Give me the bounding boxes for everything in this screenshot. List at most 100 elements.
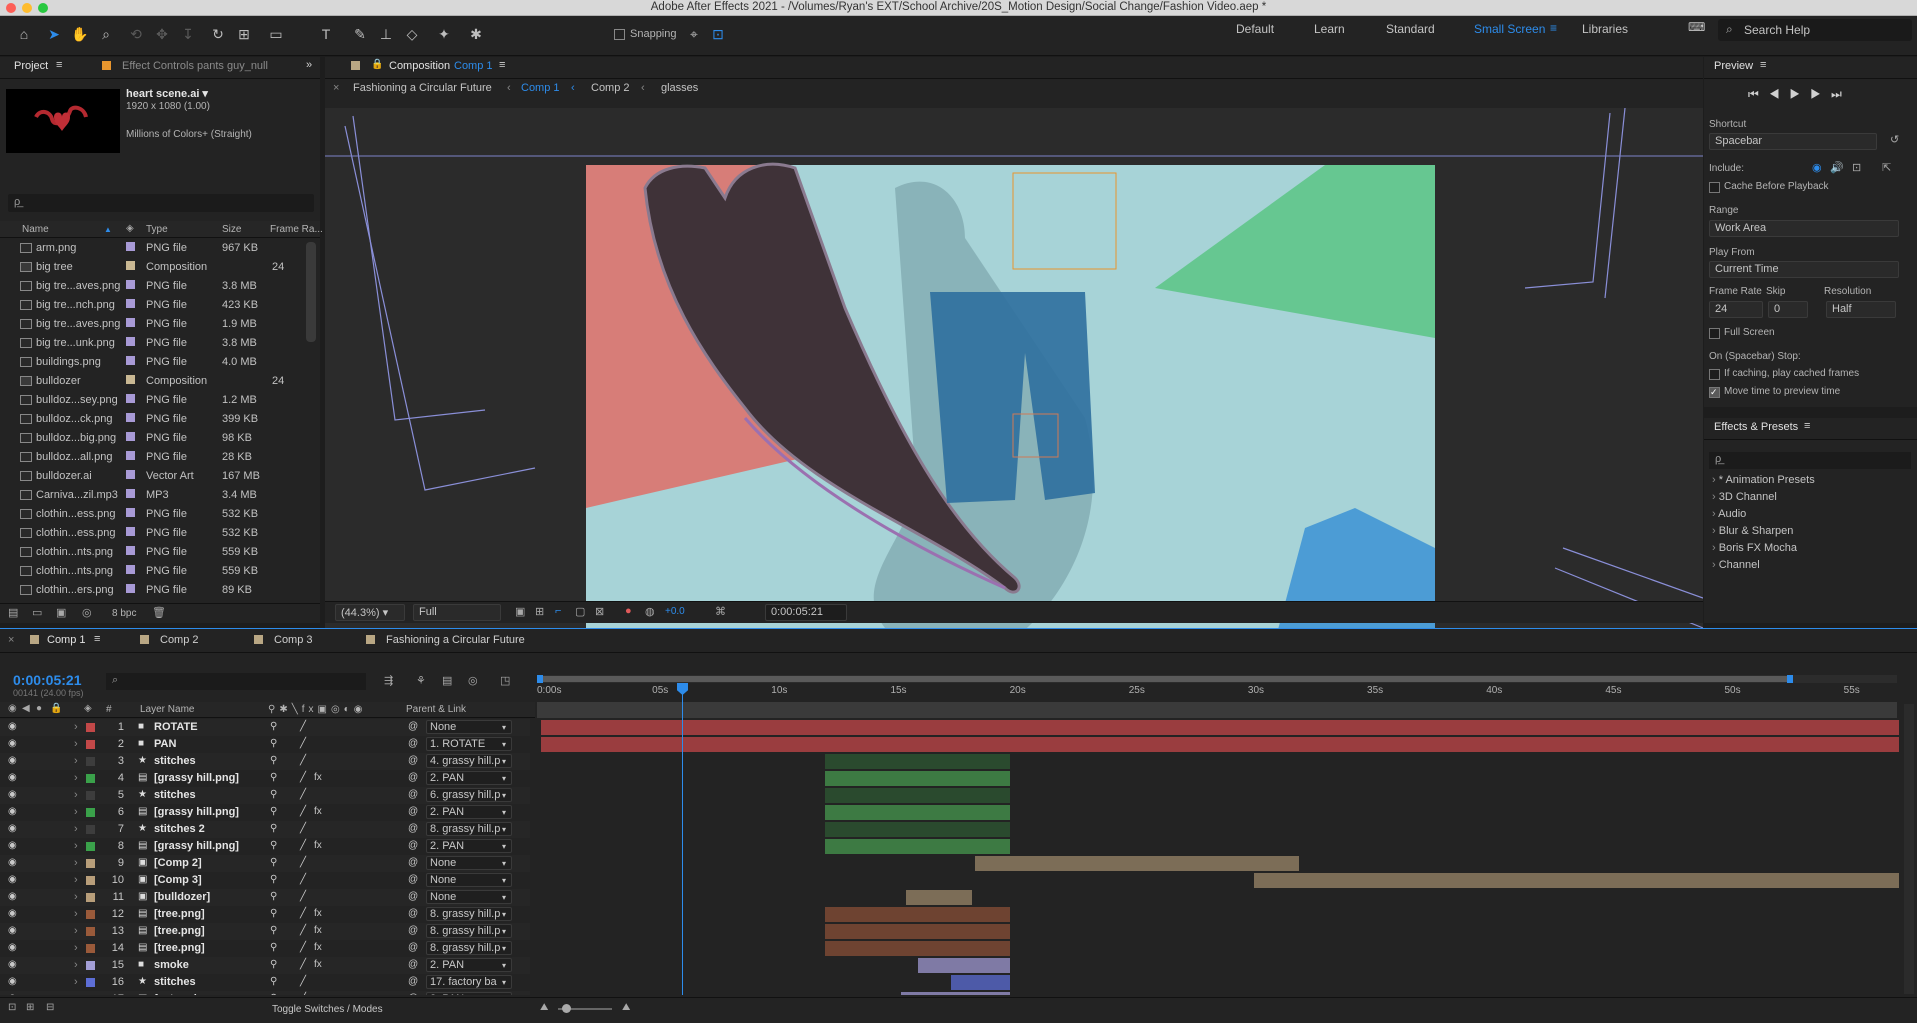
layer-row[interactable]: ◉ › 9 ▣ [Comp 2] ⚲ ╱ @ None ▾ <box>0 855 530 872</box>
project-item[interactable]: bulldozer Composition 24 <box>0 372 300 391</box>
bit-depth[interactable]: 8 bpc <box>112 608 136 619</box>
project-item[interactable]: big tre...unk.png PNG file 3.8 MB <box>0 334 300 353</box>
workspace-learn[interactable]: Learn <box>1314 22 1345 36</box>
layer-name[interactable]: ROTATE <box>154 721 198 733</box>
pickwhip-icon[interactable]: @ <box>408 755 418 766</box>
shy-switch-icon[interactable]: ⚲ <box>270 721 277 732</box>
label-color-swatch[interactable] <box>86 978 95 987</box>
label-color-swatch[interactable] <box>86 723 95 732</box>
quality-switch-icon[interactable]: ╱ <box>300 738 306 749</box>
skip-dropdown[interactable]: 0 <box>1768 301 1808 318</box>
prev-frame-icon[interactable]: ◀ <box>1769 87 1790 101</box>
expand-arrow-icon[interactable]: › <box>74 772 78 784</box>
layer-row[interactable]: ◉ › 4 ▤ [grassy hill.png] ⚲ ╱ fx @2. PAN ▾ <box>0 770 530 787</box>
workspace-standard[interactable]: Standard <box>1386 22 1435 36</box>
expand-arrow-icon[interactable]: › <box>74 738 78 750</box>
pickwhip-icon[interactable]: @ <box>408 891 418 902</box>
expand-arrow-icon[interactable]: › <box>74 908 78 920</box>
layer-bars-area[interactable] <box>541 719 1901 995</box>
time-ruler[interactable]: 0:00s 05s 10s 15s 20s 25s 30s 35s 40s 45s 50s 55s <box>0 629 1917 709</box>
quality-switch-icon[interactable]: ╱ <box>300 806 306 817</box>
layer-duration-bar[interactable] <box>1253 873 1900 888</box>
orbit-camera-icon[interactable]: ⟲ <box>126 24 146 44</box>
layer-name[interactable]: [tree.png] <box>154 942 205 954</box>
snapping-checkbox[interactable] <box>614 29 625 40</box>
composition-viewer[interactable] <box>325 108 1703 646</box>
layer-duration-bar[interactable] <box>824 924 1011 939</box>
layer-row[interactable]: ◉ › 2 ■ PAN ⚲ ╱ @1. ROTATE ▾ <box>0 736 530 753</box>
layer-name[interactable]: [tree.png] <box>154 908 205 920</box>
tab-effect-controls[interactable]: Effect Controls pants guy_null <box>122 60 268 72</box>
pickwhip-icon[interactable]: @ <box>408 908 418 919</box>
layer-row[interactable]: ◉ › 8 ▤ [grassy hill.png] ⚲ ╱ fx @2. PAN ▾ <box>0 838 530 855</box>
transparency-grid-icon[interactable]: ⊞ <box>535 605 544 618</box>
layer-duration-bar[interactable] <box>905 890 973 905</box>
search-help-field[interactable]: ⌕ Search Help <box>1718 19 1912 41</box>
layer-name[interactable]: [Comp 3] <box>154 874 202 886</box>
label-color-swatch[interactable] <box>86 808 95 817</box>
expand-arrow-icon[interactable]: › <box>74 857 78 869</box>
project-item[interactable]: clothin...ess.png PNG file 532 KB <box>0 524 300 543</box>
project-item[interactable]: big tre...aves.png PNG file 3.8 MB <box>0 277 300 296</box>
pickwhip-icon[interactable]: @ <box>408 976 418 987</box>
pickwhip-icon[interactable]: @ <box>408 840 418 851</box>
selection-tool-icon[interactable]: ➤ <box>44 24 64 44</box>
label-color-swatch[interactable] <box>86 774 95 783</box>
range-dropdown[interactable]: Work Area <box>1709 220 1899 237</box>
expand-time-icon[interactable]: ⊟ <box>46 1002 54 1013</box>
timeline-zoom-slider[interactable] <box>558 1004 612 1013</box>
layer-row[interactable]: ◉ › 15 ■ smoke ⚲ ╱ fx @2. PAN ▾ <box>0 957 530 974</box>
pickwhip-icon[interactable]: @ <box>408 823 418 834</box>
first-frame-icon[interactable]: ⏮ <box>1748 87 1769 101</box>
layer-duration-bar[interactable] <box>824 771 1011 786</box>
pan-behind-tool-icon[interactable]: ⊞ <box>234 24 254 44</box>
label-color-swatch[interactable] <box>86 842 95 851</box>
layer-name[interactable]: factory base <box>154 993 219 995</box>
visibility-eye-icon[interactable]: ◉ <box>8 857 17 868</box>
shy-switch-icon[interactable]: ⚲ <box>270 857 277 868</box>
shy-switch-icon[interactable]: ⚲ <box>270 942 277 953</box>
layer-name[interactable]: [grassy hill.png] <box>154 772 239 784</box>
project-item[interactable]: big tre...nch.png PNG file 423 KB <box>0 296 300 315</box>
layer-row[interactable]: ◉ › 1 ■ ROTATE ⚲ ╱ @ None ▾ <box>0 719 530 736</box>
column-size[interactable]: Size <box>222 224 241 235</box>
shortcut-dropdown[interactable]: Spacebar <box>1709 133 1877 150</box>
visibility-eye-icon[interactable]: ◉ <box>8 874 17 885</box>
pickwhip-icon[interactable]: @ <box>408 721 418 732</box>
quality-switch-icon[interactable]: ╱ <box>300 993 306 995</box>
shy-switch-icon[interactable]: ⚲ <box>270 925 277 936</box>
effects-category[interactable]: › Blur & Sharpen <box>1712 525 1793 537</box>
layer-duration-bar[interactable] <box>824 822 1011 837</box>
label-color-swatch[interactable] <box>86 910 95 919</box>
cache-before-checkbox[interactable] <box>1709 182 1720 193</box>
trash-icon[interactable]: 🗑 <box>152 606 166 619</box>
expand-arrow-icon[interactable]: › <box>74 976 78 988</box>
full-screen-checkbox[interactable] <box>1709 328 1720 339</box>
layer-row[interactable]: ◉ › 3 ★ stitches ⚲ ╱ @4. grassy hill.p ▾ <box>0 753 530 770</box>
pickwhip-icon[interactable]: @ <box>408 857 418 868</box>
expand-arrow-icon[interactable]: › <box>74 823 78 835</box>
snap-icon[interactable]: ⌖ <box>684 24 704 44</box>
effects-category[interactable]: › Audio <box>1712 508 1746 520</box>
move-time-checkbox[interactable]: ✓ <box>1709 387 1720 398</box>
shy-switch-icon[interactable]: ⚲ <box>270 738 277 749</box>
effects-category[interactable]: › 3D Channel <box>1712 491 1777 503</box>
current-time-display[interactable]: 0:00:05:21 <box>765 604 847 621</box>
expand-transfer-icon[interactable]: ⊞ <box>26 1002 34 1013</box>
exposure-value[interactable]: +0.0 <box>665 606 685 617</box>
layer-duration-bar[interactable] <box>824 941 1011 956</box>
visibility-eye-icon[interactable]: ◉ <box>8 925 17 936</box>
fx-switch-icon[interactable]: fx <box>314 942 322 953</box>
project-item[interactable]: bulldoz...all.png PNG file 28 KB <box>0 448 300 467</box>
preview-resolution-dropdown[interactable]: Half <box>1826 301 1896 318</box>
expand-arrow-icon[interactable]: › <box>74 925 78 937</box>
layer-row[interactable]: ◉ › 7 ★ stitches 2 ⚲ ╱ @8. grassy hill.p ▾ <box>0 821 530 838</box>
zoom-in-icon[interactable]: ⛰ <box>622 1002 630 1013</box>
workspace-libraries[interactable]: Libraries <box>1582 22 1628 36</box>
layer-name[interactable]: [tree.png] <box>154 925 205 937</box>
project-scrollbar[interactable] <box>306 242 316 342</box>
layer-duration-bar[interactable] <box>950 975 1011 990</box>
quality-switch-icon[interactable]: ╱ <box>300 942 306 953</box>
label-color-swatch[interactable] <box>86 740 95 749</box>
visibility-eye-icon[interactable]: ◉ <box>8 738 17 749</box>
